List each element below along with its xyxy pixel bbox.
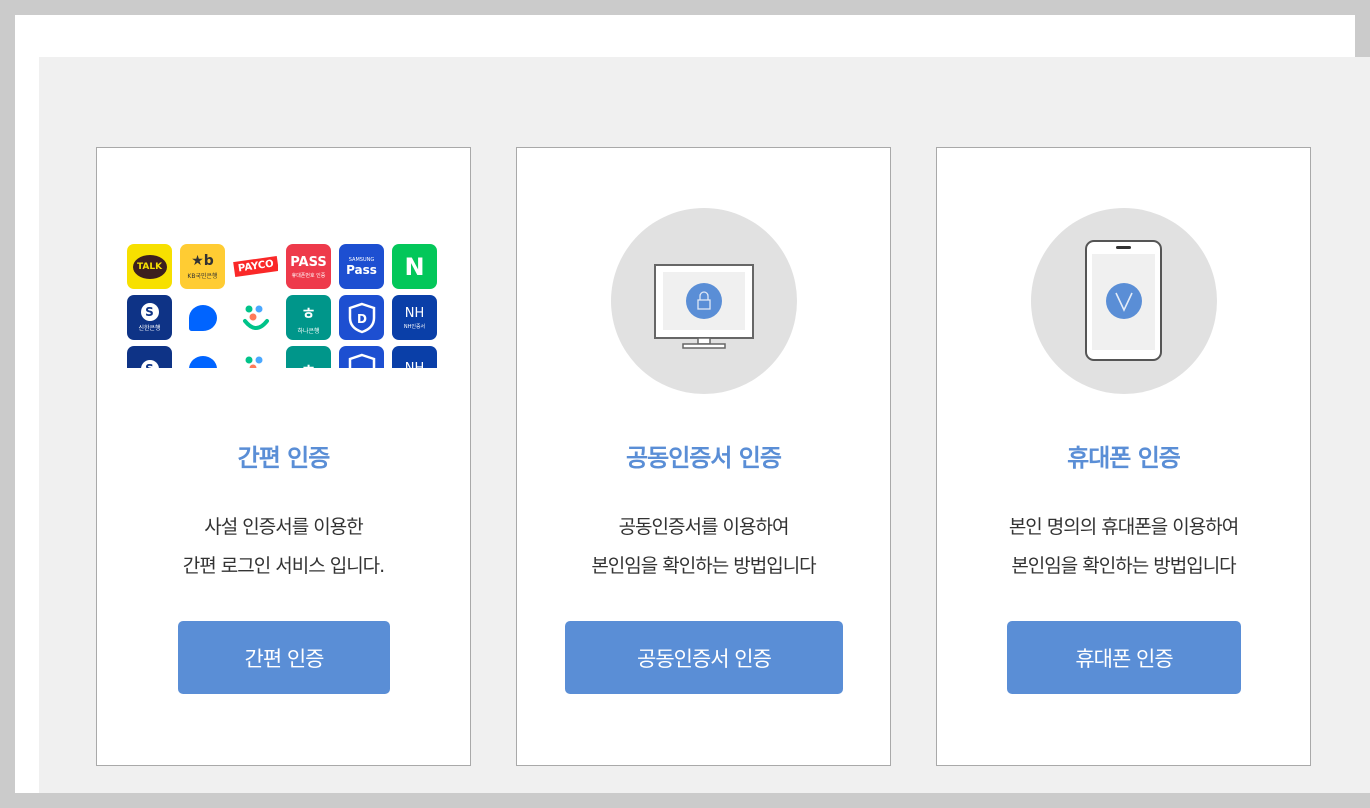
- phone-auth-visual: [937, 208, 1310, 394]
- shield-icon: [348, 353, 375, 368]
- pass-sub-label: 휴대폰번호 인증: [291, 272, 326, 279]
- desc-line-1: 공동인증서를 이용하여: [618, 516, 790, 538]
- hana-bank-icon-repeat: ㅎ: [286, 346, 331, 368]
- svg-text:D: D: [357, 312, 367, 326]
- joint-cert-button[interactable]: 공동인증서 인증: [565, 621, 843, 694]
- samsung-pass-icon: SAMSUNG Pass: [339, 244, 384, 289]
- app-column-6: N NH NH인증서 NH: [392, 244, 437, 368]
- shield-d-icon-repeat: [339, 346, 384, 368]
- kb-name-label: KB국민은행: [187, 273, 218, 280]
- monitor-lock-icon: [654, 264, 754, 349]
- shield-d-icon: D: [339, 295, 384, 340]
- colorful-dots-icon: [233, 295, 278, 340]
- desc-line-2: 본인임을 확인하는 방법입니다: [591, 555, 816, 577]
- kakao-talk-icon: TALK: [127, 244, 172, 289]
- shinhan-bank-icon-repeat: S: [127, 346, 172, 368]
- pass-label: PASS: [290, 254, 327, 270]
- joint-cert-card: 공동인증서 인증 공동인증서를 이용하여 본인임을 확인하는 방법입니다 공동인…: [516, 147, 891, 766]
- kb-logo-label: ★b: [191, 253, 214, 269]
- desc-line-1: 본인 명의의 휴대폰을 이용하여: [1008, 516, 1239, 538]
- icon-circle: [1031, 208, 1217, 394]
- app-column-4: PASS 휴대폰번호 인증 ㅎ 하나은행 ㅎ: [286, 244, 331, 368]
- shinhan-label: 신한은행: [138, 325, 161, 332]
- toss-bubble-icon-repeat: [180, 346, 225, 368]
- shinhan-logo-icon: S: [140, 303, 159, 321]
- bubble-shape: [188, 304, 217, 331]
- app-column-2: ★b KB국민은행: [180, 244, 225, 368]
- nh-cert-icon-repeat: NH: [392, 346, 437, 368]
- kb-bank-icon: ★b KB국민은행: [180, 244, 225, 289]
- phone-auth-button[interactable]: 휴대폰 인증: [1007, 621, 1241, 694]
- bubble-shape: [188, 355, 217, 368]
- colorful-dots-icon-repeat: [233, 346, 278, 368]
- samsung-pass-label: Pass: [346, 262, 377, 277]
- icon-circle: [611, 208, 797, 394]
- shinhan-bank-icon: S 신한은행: [127, 295, 172, 340]
- app-column-5: SAMSUNG Pass D: [339, 244, 384, 368]
- simple-auth-button[interactable]: 간편 인증: [178, 621, 390, 694]
- hana-logo-icon: ㅎ: [301, 304, 316, 323]
- desc-line-2: 본인임을 확인하는 방법입니다: [1011, 555, 1236, 577]
- dots-logo-icon: [242, 305, 269, 330]
- nh-sub-label: NH인증서: [403, 323, 426, 330]
- phone-check-icon: [1085, 240, 1162, 361]
- card-title: 공동인증서 인증: [626, 444, 782, 472]
- nh-label-repeat: NH: [405, 361, 425, 368]
- payco-icon: PAYCO: [233, 244, 278, 289]
- card-description: 공동인증서를 이용하여 본인임을 확인하는 방법입니다: [517, 508, 890, 586]
- pass-icon: PASS 휴대폰번호 인증: [286, 244, 331, 289]
- joint-cert-visual: [517, 208, 890, 394]
- hana-logo-icon: ㅎ: [301, 357, 316, 369]
- simple-auth-card: TALK S 신한은행 S ★b KB국민은행: [96, 147, 471, 766]
- hana-bank-icon: ㅎ 하나은행: [286, 295, 331, 340]
- desc-line-2: 간편 로그인 서비스 입니다.: [182, 555, 385, 577]
- shield-icon: D: [348, 302, 375, 333]
- naver-label: N: [404, 252, 425, 281]
- kakao-talk-label: TALK: [132, 254, 167, 279]
- hana-label: 하나은행: [297, 328, 320, 335]
- payco-label: PAYCO: [233, 256, 278, 277]
- simple-auth-visual: TALK S 신한은행 S ★b KB국민은행: [97, 208, 470, 394]
- desc-line-1: 사설 인증서를 이용한: [204, 516, 363, 538]
- card-description: 본인 명의의 휴대폰을 이용하여 본인임을 확인하는 방법입니다: [937, 508, 1310, 586]
- nh-label: NH: [404, 305, 425, 321]
- card-title: 휴대폰 인증: [1067, 444, 1181, 472]
- card-description: 사설 인증서를 이용한 간편 로그인 서비스 입니다.: [97, 508, 470, 586]
- naver-icon: N: [392, 244, 437, 289]
- card-title: 간편 인증: [237, 444, 331, 472]
- shinhan-logo-icon: S: [140, 359, 159, 368]
- nh-cert-icon: NH NH인증서: [392, 295, 437, 340]
- app-column-3: PAYCO: [233, 244, 278, 368]
- dots-logo-icon: [245, 356, 262, 368]
- auth-app-logos: TALK S 신한은행 S ★b KB국민은행: [127, 244, 437, 368]
- toss-bubble-icon: [180, 295, 225, 340]
- app-column-1: TALK S 신한은행 S: [127, 244, 172, 368]
- phone-auth-card: 휴대폰 인증 본인 명의의 휴대폰을 이용하여 본인임을 확인하는 방법입니다 …: [936, 147, 1311, 766]
